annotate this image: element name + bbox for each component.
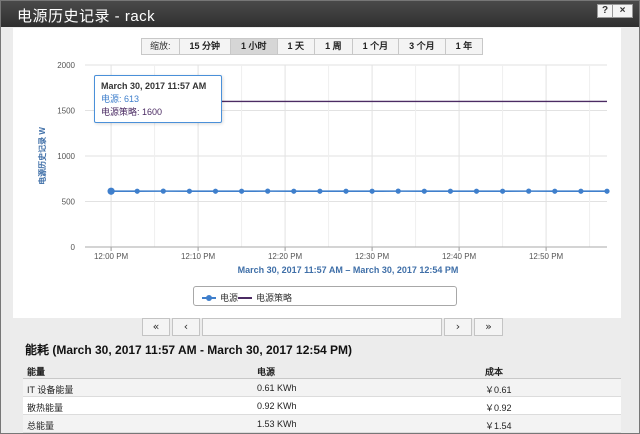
x-tick-label: 12:00 PM	[94, 252, 129, 261]
table-header: 能量 电源 成本	[23, 361, 621, 379]
power-data-point	[265, 188, 271, 194]
tooltip-policy: 电源策略: 1600	[101, 107, 163, 117]
x-tick-label: 12:10 PM	[181, 252, 216, 261]
row-it-cost: ￥0.61	[485, 385, 512, 395]
row-total-label: 总能量	[27, 421, 55, 431]
energy-title: 能耗 (March 30, 2017 11:57 AM - March 30, …	[25, 343, 353, 357]
tooltip-title: March 30, 2017 11:57 AM	[101, 81, 207, 91]
legend-power-marker	[202, 294, 216, 301]
power-data-point	[160, 188, 166, 194]
time-navigation: « ‹ › »	[142, 318, 503, 336]
y-axis-title: 电源历史记录 W	[37, 127, 47, 185]
power-data-point	[421, 188, 427, 194]
legend-policy-marker	[238, 296, 252, 299]
row-total-power: 1.53 KWh	[257, 419, 297, 429]
power-data-point	[134, 188, 140, 194]
chart-legend: 电源 电源策略	[193, 286, 457, 306]
table-row: 总能量 1.53 KWh ￥1.54	[23, 415, 621, 433]
chart-tooltip: March 30, 2017 11:57 AM 电源: 613 电源策略: 16…	[94, 75, 222, 123]
x-axis-title: March 30, 2017 11:57 AM – March 30, 2017…	[238, 265, 459, 275]
power-data-point	[212, 188, 219, 194]
last-page-button[interactable]: »	[474, 318, 503, 336]
power-data-point	[552, 188, 558, 194]
power-data-point	[447, 188, 453, 194]
power-data-point	[473, 188, 480, 194]
x-tick-label: 12:30 PM	[355, 252, 390, 261]
y-tick-label: 2000	[57, 61, 75, 70]
legend-policy-label: 电源策略	[256, 293, 293, 303]
row-it-power: 0.61 KWh	[257, 383, 297, 393]
power-history-chart: 0 500 1000 1500 2000 12:00 PM 12:10 PM 12:20 PM…	[37, 61, 610, 275]
legend-power-label: 电源	[220, 293, 239, 303]
next-page-button[interactable]: ›	[444, 318, 472, 336]
row-total-cost: ￥1.54	[485, 421, 512, 431]
table-row: 散热能量 0.92 KWh ￥0.92	[23, 397, 621, 415]
x-tick-label: 12:20 PM	[268, 252, 303, 261]
row-cooling-power: 0.92 KWh	[257, 401, 297, 411]
header-energy: 能量	[27, 367, 46, 377]
power-data-point	[239, 188, 245, 194]
power-data-point	[343, 188, 349, 194]
legend-item-policy[interactable]: 电源策略	[238, 291, 292, 304]
power-data-point	[604, 188, 610, 194]
x-tick-label: 12:40 PM	[442, 252, 477, 261]
legend-item-power[interactable]: 电源	[202, 291, 238, 304]
power-data-point	[578, 188, 584, 194]
power-data-point	[186, 188, 192, 194]
power-data-point	[500, 188, 506, 194]
time-scrollbar[interactable]	[202, 318, 442, 336]
x-tick-label: 12:50 PM	[529, 252, 564, 261]
power-data-point	[526, 188, 532, 194]
power-data-point	[291, 188, 297, 194]
y-tick-label: 500	[62, 198, 76, 207]
prev-page-button[interactable]: ‹	[172, 318, 200, 336]
first-page-button[interactable]: «	[142, 318, 170, 336]
power-data-point	[395, 188, 401, 194]
y-tick-label: 0	[71, 243, 76, 252]
y-tick-label: 1000	[57, 152, 75, 161]
y-tick-label: 1500	[57, 107, 75, 116]
row-cooling-cost: ￥0.92	[485, 403, 512, 413]
energy-table: 能量 电源 成本 IT 设备能量 0.61 KWh ￥0.61 散热能量 0.9…	[23, 361, 621, 433]
row-cooling-label: 散热能量	[27, 403, 64, 413]
power-data-point	[369, 188, 375, 194]
row-it-label: IT 设备能量	[27, 385, 74, 395]
power-data-point	[107, 187, 115, 195]
tooltip-power: 电源: 613	[101, 94, 140, 104]
table-row: IT 设备能量 0.61 KWh ￥0.61	[23, 379, 621, 397]
power-data-point	[317, 188, 323, 194]
header-cost: 成本	[485, 367, 504, 377]
header-power: 电源	[257, 367, 276, 377]
power-history-dialog: 电源历史记录 - rack ? × 缩放: 15 分钟 1 小时 1 天 1 周…	[0, 0, 640, 434]
